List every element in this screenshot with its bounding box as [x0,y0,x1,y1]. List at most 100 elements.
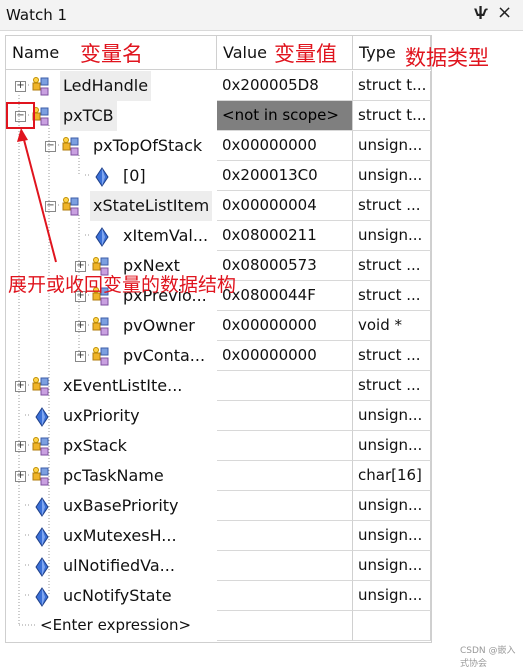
table-row[interactable]: − xStateListItem 0x00000004 struct ... [6,191,431,221]
table-row[interactable]: + pvOwner 0x00000000 void * [6,311,431,341]
watch-panel: Name Value Type + LedHandle 0x200005D8 stru… [5,35,432,643]
variable-name[interactable]: xEventListIte... [60,371,185,401]
table-row[interactable]: ulNotifiedVa... unsign... [6,551,431,581]
type-cell: unsign... [353,551,431,581]
struct-icon [31,466,51,486]
annotation-expand: 展开或收回变量的数据结构 [8,274,237,296]
variable-name[interactable]: xItemVal... [120,221,211,251]
value-cell[interactable] [217,521,353,551]
highlight-box [6,102,35,129]
expand-icon[interactable]: + [15,81,26,92]
value-cell[interactable] [217,491,353,521]
table-row[interactable]: − pxTopOfStack 0x00000000 unsign... [6,131,431,161]
variable-name[interactable]: ucNotifyState [60,581,175,611]
type-cell: unsign... [353,521,431,551]
variable-name[interactable]: uxPriority [60,401,143,431]
variable-icon [31,526,51,547]
variable-name[interactable]: xStateListItem [90,191,213,221]
title-bar: Watch 1 ѱ × [0,0,523,31]
value-cell[interactable]: <not in scope> [217,101,353,131]
value-cell[interactable] [217,401,353,431]
table-row[interactable]: + LedHandle 0x200005D8 struct t... [6,71,431,101]
variable-name[interactable]: uxBasePriority [60,491,182,521]
type-cell: struct ... [353,281,431,311]
table-row[interactable]: uxPriority unsign... [6,401,431,431]
value-cell[interactable]: 0x0800044F [217,281,353,311]
variable-icon [31,406,51,427]
value-cell[interactable] [217,611,353,641]
table-row[interactable]: [0] 0x200013C0 unsign... [6,161,431,191]
table-row[interactable]: − pxTCB <not in scope> struct t... [6,101,431,131]
table-row[interactable]: + pcTaskName char[16] [6,461,431,491]
struct-icon [91,346,111,366]
variable-name[interactable]: pvOwner [120,311,198,341]
expand-icon[interactable]: + [75,321,86,332]
type-cell: struct ... [353,251,431,281]
close-icon[interactable]: × [497,2,512,23]
value-cell[interactable]: 0x00000004 [217,191,353,221]
type-cell: struct t... [353,71,431,101]
window-title: Watch 1 [6,6,68,24]
struct-icon [61,136,81,156]
table-row[interactable]: ucNotifyState unsign... [6,581,431,611]
variable-name[interactable]: pxTCB [60,101,117,131]
struct-icon [61,196,81,216]
watermark: CSDN @嵌入式协会 [460,646,516,669]
value-cell[interactable]: 0x08000211 [217,221,353,251]
variable-name[interactable]: pvConta... [120,341,208,371]
variable-name[interactable]: LedHandle [60,71,152,101]
expand-icon[interactable]: + [75,351,86,362]
annotation-value: 变量值 [274,42,337,66]
expand-icon[interactable]: + [15,471,26,482]
table-row[interactable]: + xEventListIte... struct ... [6,371,431,401]
table-row[interactable]: + pxStack unsign... [6,431,431,461]
value-cell[interactable] [217,431,353,461]
column-header-type-label: Type [359,43,396,62]
type-cell: unsign... [353,131,431,161]
type-cell: unsign... [353,491,431,521]
type-cell: struct ... [353,191,431,221]
variable-name[interactable]: ulNotifiedVa... [60,551,178,581]
struct-icon [91,316,111,336]
struct-icon [31,436,51,456]
type-cell: unsign... [353,401,431,431]
value-cell[interactable] [217,371,353,401]
type-cell: char[16] [353,461,431,491]
collapse-icon[interactable]: − [45,141,56,152]
value-cell[interactable]: 0x00000000 [217,311,353,341]
table-row[interactable]: <Enter expression> [6,611,431,641]
table-row[interactable]: + pvConta... 0x00000000 struct ... [6,341,431,371]
column-header-name-label: Name [12,43,60,62]
value-cell[interactable]: 0x00000000 [217,341,353,371]
value-cell[interactable] [217,551,353,581]
variable-name[interactable]: pxTopOfStack [90,131,205,161]
type-cell: struct ... [353,341,431,371]
variable-icon [31,496,51,517]
variable-name[interactable]: pxStack [60,431,130,461]
annotation-type: 数据类型 [405,46,489,70]
pin-icon[interactable]: ѱ [474,5,488,20]
struct-icon [31,76,51,96]
variable-icon [31,586,51,607]
collapse-icon[interactable]: − [45,201,56,212]
value-cell[interactable]: 0x200005D8 [217,71,353,101]
expand-icon[interactable]: + [15,381,26,392]
value-cell[interactable] [217,581,353,611]
variable-name[interactable]: uxMutexesH... [60,521,180,551]
value-cell[interactable]: 0x200013C0 [217,161,353,191]
table-row[interactable]: uxMutexesH... unsign... [6,521,431,551]
type-cell: unsign... [353,581,431,611]
expand-icon[interactable]: + [15,441,26,452]
enter-expression-input[interactable]: <Enter expression> [40,611,191,641]
value-cell[interactable] [217,461,353,491]
variable-icon [91,166,111,187]
type-cell: unsign... [353,221,431,251]
table-row[interactable]: xItemVal... 0x08000211 unsign... [6,221,431,251]
value-cell[interactable]: 0x00000000 [217,131,353,161]
variable-name[interactable]: pcTaskName [60,461,167,491]
variable-name[interactable]: [0] [120,161,149,191]
type-cell: unsign... [353,431,431,461]
annotation-name: 变量名 [80,42,143,66]
value-cell[interactable]: 0x08000573 [217,251,353,281]
table-row[interactable]: uxBasePriority unsign... [6,491,431,521]
